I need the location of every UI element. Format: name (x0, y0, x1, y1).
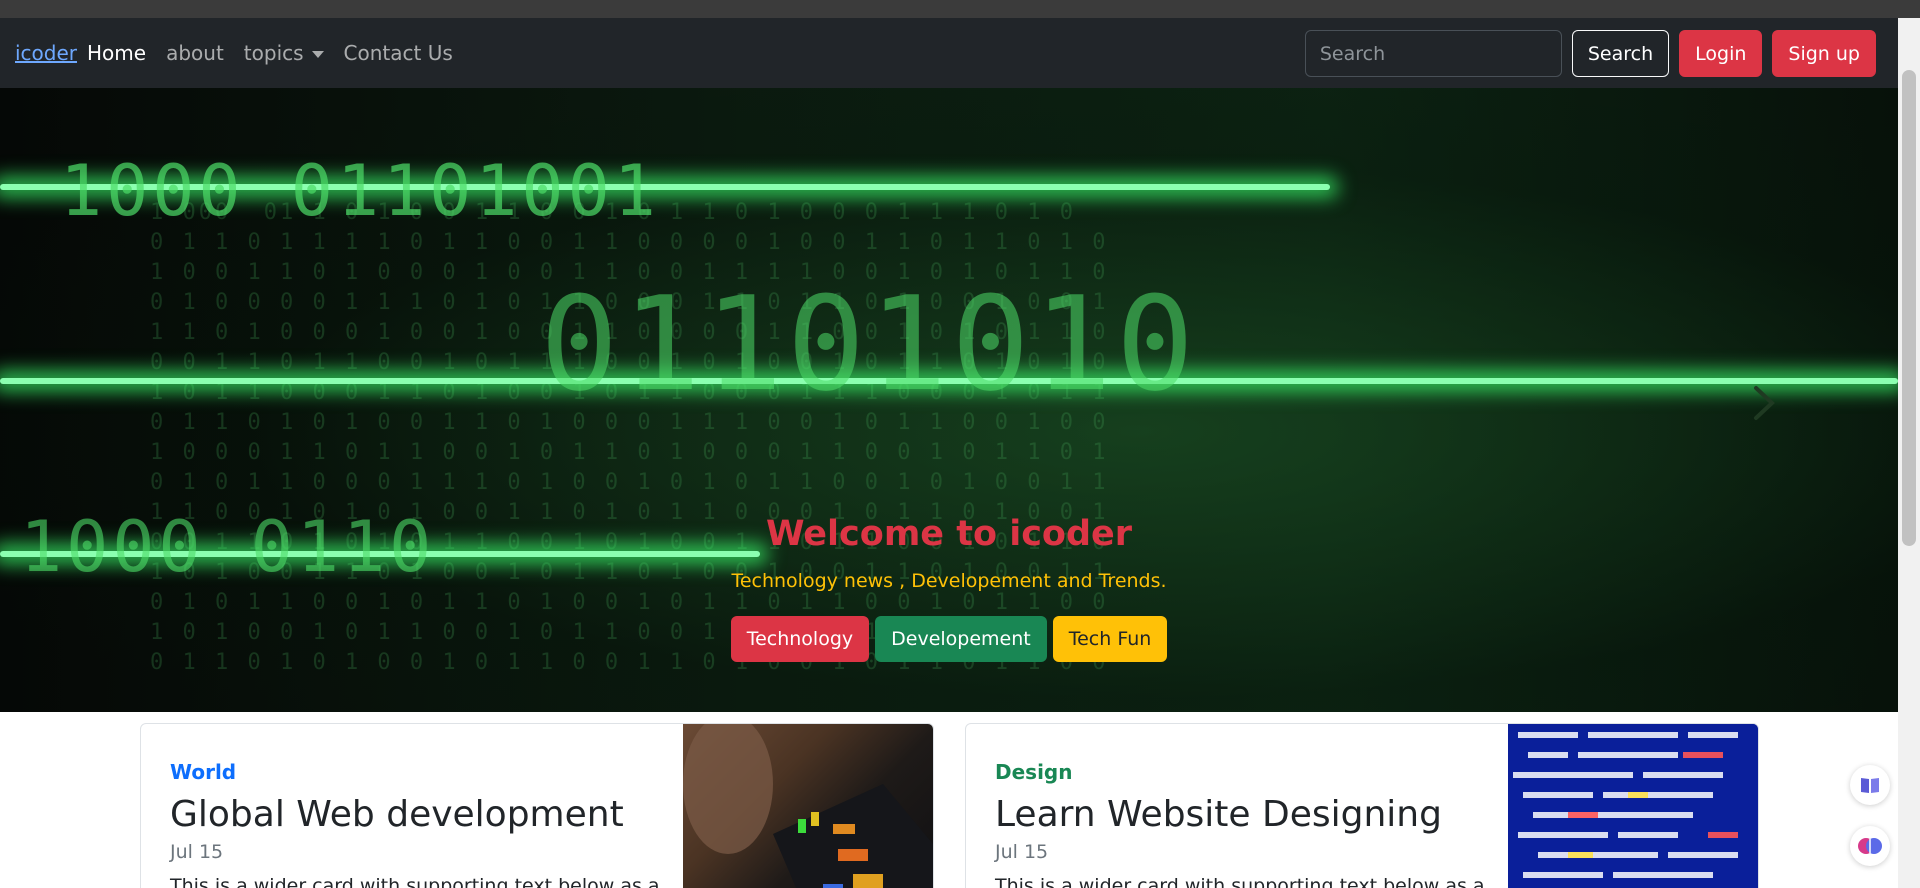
browser-top-strip (0, 0, 1920, 18)
binary-row-middle: 01101010 (540, 268, 1199, 420)
article-card: Design Learn Website Designing Jul 15 Th… (965, 723, 1759, 888)
nav-about-link[interactable]: about (166, 41, 224, 65)
card-text: This is a wider card with supporting tex… (170, 875, 660, 888)
developement-button[interactable]: Developement (875, 616, 1047, 662)
binary-row-top: 1000 01101001 (60, 150, 660, 232)
chevron-right-icon (1754, 386, 1775, 420)
navbar-actions: Search Login Sign up (1304, 30, 1876, 77)
carousel-next-button[interactable] (1744, 378, 1784, 428)
brand-link[interactable]: icoder (15, 41, 77, 65)
navbar: icoder Home about topics Contact Us Sear… (0, 18, 1898, 88)
article-card: World Global Web development Jul 15 This… (140, 723, 934, 888)
card-category: World (170, 760, 237, 784)
card-date: Jul 15 (995, 841, 1049, 863)
hero-title: Welcome to icoder (765, 514, 1133, 554)
search-button[interactable]: Search (1571, 30, 1670, 77)
nav-topics-label: topics (243, 41, 304, 65)
nav-home-link[interactable]: Home (87, 41, 146, 65)
card-title: Learn Website Designing (995, 794, 1442, 835)
login-button[interactable]: Login (1679, 30, 1763, 77)
brain-icon (1858, 838, 1882, 854)
ai-widget-button[interactable] (1850, 826, 1890, 866)
card-category: Design (995, 760, 1073, 784)
hero-button-group: Technology Developement Tech Fun (0, 616, 1898, 662)
signup-button[interactable]: Sign up (1772, 30, 1876, 77)
card-image (1508, 724, 1758, 888)
card-text: This is a wider card with supporting tex… (995, 875, 1485, 888)
card-date: Jul 15 (170, 841, 224, 863)
reader-widget-button[interactable] (1850, 765, 1890, 805)
nav-topics-dropdown[interactable]: topics (244, 41, 324, 65)
nav-contact-link[interactable]: Contact Us (344, 41, 453, 65)
book-icon (1861, 778, 1879, 793)
chevron-down-icon (311, 50, 324, 58)
card-title: Global Web development (170, 794, 624, 835)
hero-carousel: 1 000 01 1 0 1 0 0 1 1 0 0 1 0 1 1 0 1 0… (0, 88, 1898, 712)
hero-subtitle: Technology news , Developement and Trend… (731, 570, 1167, 592)
scrollbar-thumb[interactable] (1902, 70, 1916, 546)
search-input[interactable] (1304, 30, 1562, 77)
card-image (683, 724, 933, 888)
technology-button[interactable]: Technology (730, 616, 870, 662)
tech-fun-button[interactable]: Tech Fun (1052, 616, 1168, 662)
